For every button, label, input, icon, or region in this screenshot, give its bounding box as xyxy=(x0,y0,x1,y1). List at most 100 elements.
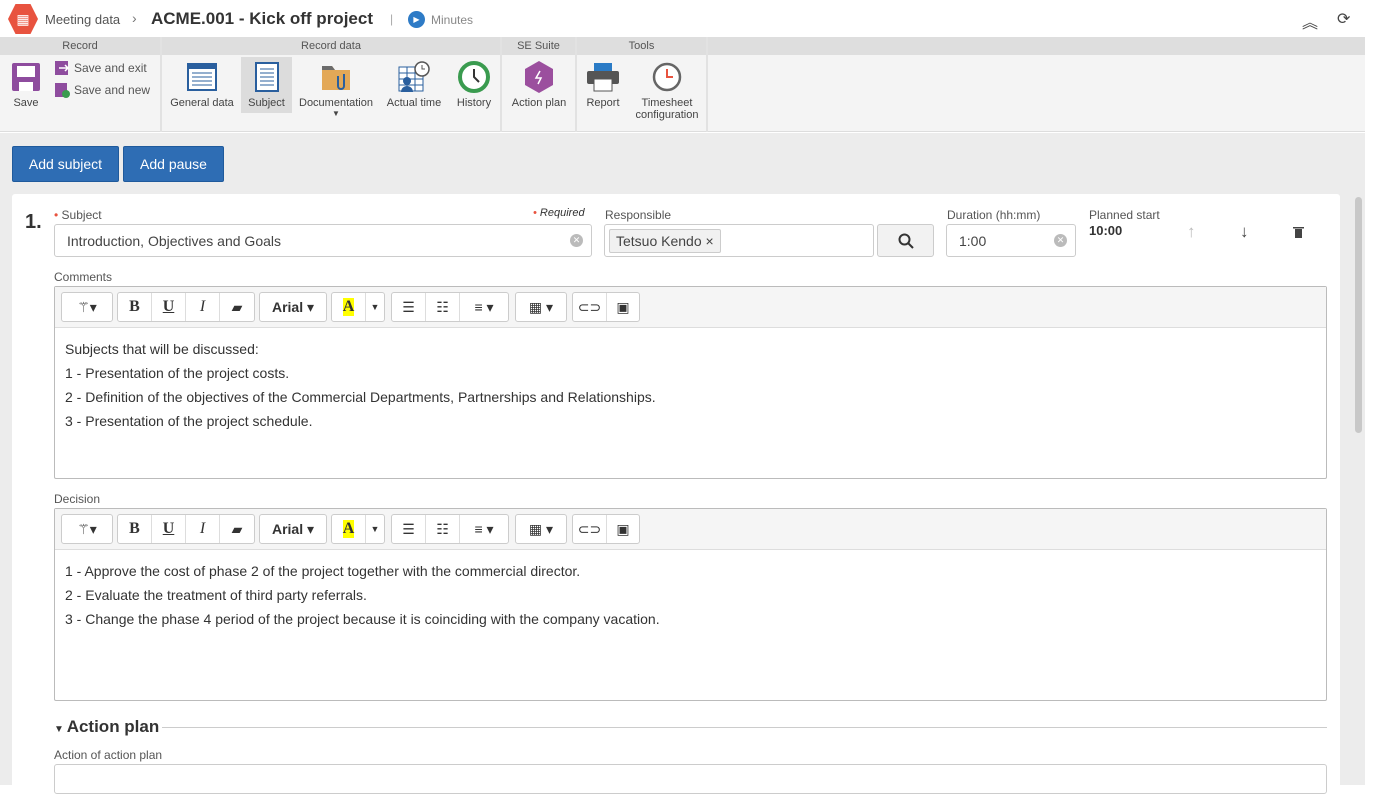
clear-icon[interactable]: ✕ xyxy=(1054,234,1067,247)
subject-number: 1. xyxy=(25,211,42,233)
report-button[interactable]: Report xyxy=(583,57,623,109)
actual-time-button[interactable]: Actual time xyxy=(382,57,446,109)
group-title: Record xyxy=(0,37,160,55)
toolbar-group: A ▼ xyxy=(331,514,385,544)
save-and-exit-button[interactable]: Save and exit xyxy=(54,60,147,76)
font-family-select[interactable]: Arial ▾ xyxy=(260,293,326,321)
save-new-label: Save and new xyxy=(74,83,151,97)
image-button[interactable]: ▣ xyxy=(607,515,639,543)
text-color-button[interactable]: A xyxy=(332,515,366,543)
chevron-right-icon: › xyxy=(132,10,137,26)
text-color-dropdown[interactable]: ▼ xyxy=(366,293,384,321)
responsible-tag-label: Tetsuo Kendo xyxy=(616,232,702,249)
move-up-icon[interactable]: ↑ xyxy=(1187,222,1196,242)
subject-value: Introduction, Objectives and Goals xyxy=(67,232,282,249)
toolbar-group: Arial ▾ xyxy=(259,514,327,544)
action-plan-button[interactable]: Action plan xyxy=(506,57,572,109)
toolbar-group: B U I ▰ xyxy=(117,292,255,322)
clear-format-button[interactable]: ▰ xyxy=(220,293,254,321)
action-plan-section-toggle[interactable]: ▼ Action plan xyxy=(54,717,159,737)
toolbar-group: ▦ ▾ xyxy=(515,292,567,322)
image-button[interactable]: ▣ xyxy=(607,293,639,321)
group-title: Record data xyxy=(162,37,500,55)
ribbon-group-tools: Tools Report Timesheet configuration xyxy=(577,37,708,132)
clear-format-button[interactable]: ▰ xyxy=(220,515,254,543)
ribbon-group-se-suite: SE Suite Action plan xyxy=(502,37,577,132)
underline-button[interactable]: U xyxy=(152,515,186,543)
toolbar-group: A ▼ xyxy=(331,292,385,322)
history-button[interactable]: History xyxy=(450,57,498,109)
magic-wand-icon[interactable]: ⚚▾ xyxy=(62,515,112,543)
bold-button[interactable]: B xyxy=(118,515,152,543)
responsible-tag: Tetsuo Kendo × xyxy=(609,228,721,253)
decision-editor[interactable]: ⚚▾ B U I ▰ Arial ▾ A ▼ ☰ ☷ ≡ ▾ ▦ ▾ ⊂⊃ ▣ 1 - Approve t… xyxy=(54,508,1327,701)
align-dropdown[interactable]: ≡ ▾ xyxy=(460,293,508,321)
ribbon-group-record-data: Record data General data Subject Documen… xyxy=(162,37,502,132)
bold-button[interactable]: B xyxy=(118,293,152,321)
general-data-label: General data xyxy=(170,97,234,109)
toolbar-group: ⊂⊃ ▣ xyxy=(572,514,640,544)
table-dropdown[interactable]: ▦ ▾ xyxy=(516,293,566,321)
documentation-button[interactable]: Documentation ▼ xyxy=(296,57,376,118)
document-icon xyxy=(250,60,284,94)
add-subject-button[interactable]: Add subject xyxy=(12,146,119,182)
general-data-button[interactable]: General data xyxy=(166,57,238,130)
numbered-list-button[interactable]: ☷ xyxy=(426,293,460,321)
move-down-icon[interactable]: ↓ xyxy=(1240,222,1249,242)
save-button[interactable]: Save xyxy=(4,57,48,109)
table-dropdown[interactable]: ▦ ▾ xyxy=(516,515,566,543)
save-and-new-button[interactable]: Save and new xyxy=(54,82,150,98)
timesheet-configuration-button[interactable]: Timesheet configuration xyxy=(631,57,703,121)
link-button[interactable]: ⊂⊃ xyxy=(573,293,607,321)
toolbar-group: ☰ ☷ ≡ ▾ xyxy=(391,292,509,322)
subject-label: Subject xyxy=(248,97,285,109)
font-name: Arial xyxy=(271,299,304,315)
comment-line: 2 - Definition of the objectives of the … xyxy=(65,389,656,405)
font-family-select[interactable]: Arial ▾ xyxy=(260,515,326,543)
search-button[interactable] xyxy=(877,224,934,257)
text-color-button[interactable]: A xyxy=(332,293,366,321)
subject-input[interactable]: Introduction, Objectives and Goals ✕ xyxy=(54,224,592,257)
text-color-dropdown[interactable]: ▼ xyxy=(366,515,384,543)
action-of-plan-label: Action of action plan xyxy=(54,748,163,762)
italic-button[interactable]: I xyxy=(186,515,220,543)
comments-editor[interactable]: ⚚▾ B U I ▰ Arial ▾ A ▼ ☰ ☷ ≡ ▾ ▦ ▾ ⊂⊃ ▣ Subjects that… xyxy=(54,286,1327,479)
magic-wand-icon[interactable]: ⚚▾ xyxy=(62,293,112,321)
action-of-plan-input[interactable] xyxy=(54,764,1327,794)
decision-text[interactable]: 1 - Approve the cost of phase 2 of the p… xyxy=(55,550,1326,640)
subject-button[interactable]: Subject xyxy=(241,57,292,113)
link-button[interactable]: ⊂⊃ xyxy=(573,515,607,543)
add-pause-button[interactable]: Add pause xyxy=(123,146,224,182)
meeting-app-icon: ▦ xyxy=(8,4,38,34)
printer-icon xyxy=(586,60,620,94)
clock-icon xyxy=(650,60,684,94)
divider: | xyxy=(390,12,394,26)
decision-line: 3 - Change the phase 4 period of the pro… xyxy=(65,611,660,627)
duration-value: 1:00 xyxy=(959,232,987,249)
clear-icon[interactable]: ✕ xyxy=(570,234,583,247)
numbered-list-button[interactable]: ☷ xyxy=(426,515,460,543)
align-dropdown[interactable]: ≡ ▾ xyxy=(460,515,508,543)
underline-button[interactable]: U xyxy=(152,293,186,321)
floppy-disk-icon xyxy=(9,60,43,94)
action-plan-hexagon-icon xyxy=(522,60,556,94)
comment-line: 3 - Presentation of the project schedule… xyxy=(65,413,313,429)
remove-tag-icon[interactable]: × xyxy=(706,233,714,249)
toolbar-group: Arial ▾ xyxy=(259,292,327,322)
collapse-icon[interactable]: ︽ xyxy=(1302,9,1318,33)
delete-icon[interactable] xyxy=(1293,225,1304,243)
header-bar: ▦ Meeting data › ACME.001 - Kick off pro… xyxy=(0,0,1383,37)
italic-button[interactable]: I xyxy=(186,293,220,321)
ribbon-toolbar: Record Save Save and exit Save and new R… xyxy=(0,37,1365,132)
folder-attachment-icon xyxy=(319,60,353,94)
breadcrumb-meeting-data[interactable]: Meeting data xyxy=(45,12,120,27)
page-title: ACME.001 - Kick off project xyxy=(151,9,373,28)
bullet-list-button[interactable]: ☰ xyxy=(392,515,426,543)
comments-text[interactable]: Subjects that will be discussed: 1 - Pre… xyxy=(55,328,1326,442)
bullet-list-button[interactable]: ☰ xyxy=(392,293,426,321)
responsible-input[interactable]: Tetsuo Kendo × xyxy=(604,224,874,257)
timesheet-label: Timesheet configuration xyxy=(635,97,699,121)
scrollbar[interactable] xyxy=(1355,197,1362,433)
refresh-icon[interactable]: ⟳ xyxy=(1337,9,1350,29)
duration-input[interactable]: 1:00 ✕ xyxy=(946,224,1076,257)
